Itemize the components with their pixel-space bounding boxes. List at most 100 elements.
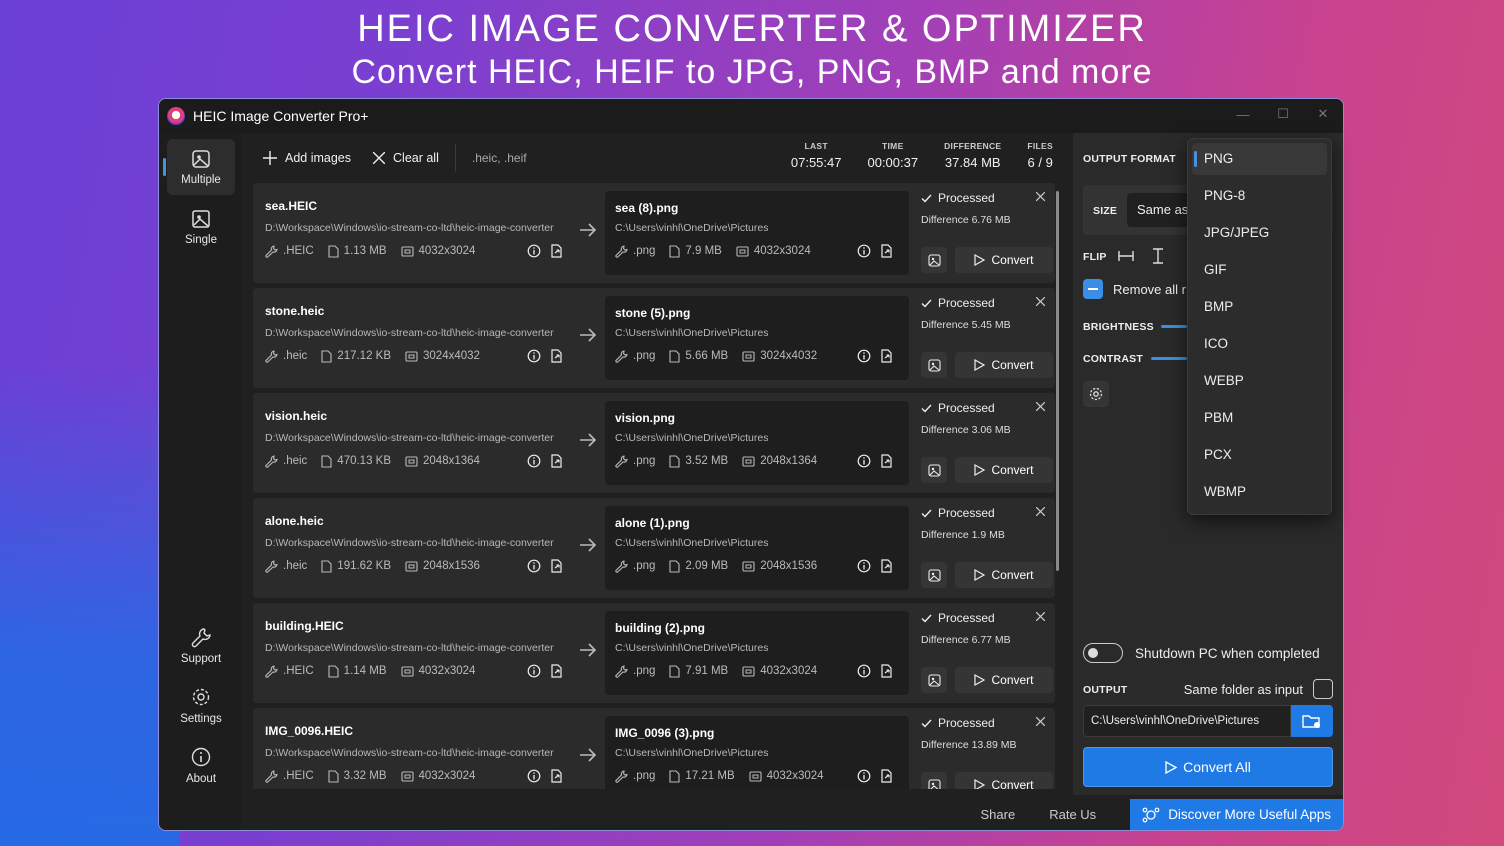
preview-image-button[interactable] [921,667,947,693]
open-file-icon[interactable] [550,769,564,783]
remove-item-button[interactable] [1036,297,1045,306]
preview-image-button[interactable] [921,562,947,588]
convert-button[interactable]: Convert [955,667,1053,693]
format-option[interactable]: GIF [1192,254,1327,286]
nav-item-about[interactable]: About [167,737,235,793]
minimize-button[interactable]: — [1223,99,1263,129]
file-icon [321,349,332,363]
rate-us-link[interactable]: Rate Us [1049,807,1096,822]
info-icon[interactable] [527,349,541,363]
remove-item-button[interactable] [1036,192,1045,201]
output-meta: .png 7.91 MB 4032x3024 [615,663,899,679]
output-format-dropdown[interactable]: PNG PNG-8 JPG/JPEG GIF BMP ICO WEBP PBM PCX WBMP [1187,138,1332,515]
preview-image-button[interactable] [921,772,947,789]
remove-item-button[interactable] [1036,402,1045,411]
convert-button[interactable]: Convert [955,352,1053,378]
convert-label: Convert [991,463,1034,477]
info-icon[interactable] [857,349,871,363]
flip-vertical-button[interactable] [1147,246,1169,266]
preview-image-button[interactable] [921,247,947,273]
contrast-slider[interactable] [1151,357,1187,360]
shutdown-toggle[interactable] [1083,643,1123,663]
format-option[interactable]: PNG [1192,143,1327,175]
preview-image-button[interactable] [921,457,947,483]
info-icon[interactable] [527,559,541,573]
convert-all-button[interactable]: Convert All [1083,747,1333,787]
remove-item-button[interactable] [1036,507,1045,516]
format-option[interactable]: WBMP [1192,476,1327,508]
nav-item-support[interactable]: Support [167,617,235,673]
format-option[interactable]: PNG-8 [1192,180,1327,212]
output-path: C:\Users\vinhl\OneDrive\Pictures [615,222,769,234]
info-icon[interactable] [857,559,871,573]
flip-horizontal-button[interactable] [1115,246,1137,266]
brightness-slider[interactable] [1161,325,1187,328]
open-file-icon[interactable] [880,349,894,363]
info-icon[interactable] [527,454,541,468]
remove-item-button[interactable] [1036,717,1045,726]
nav-item-multiple[interactable]: Multiple [163,139,235,195]
open-file-icon[interactable] [550,454,564,468]
info-icon[interactable] [857,664,871,678]
wrench-icon [615,349,628,363]
convert-button[interactable]: Convert [955,247,1053,273]
format-option[interactable]: JPG/JPEG [1192,217,1327,249]
info-icon[interactable] [527,244,541,258]
info-icon[interactable] [527,664,541,678]
file-icon [669,664,680,678]
convert-button[interactable]: Convert [955,772,1053,789]
same-folder-checkbox[interactable]: Same folder as input [1184,679,1333,699]
format-option[interactable]: WEBP [1192,365,1327,397]
format-option[interactable]: ICO [1192,328,1327,360]
output-filename: building (2).png [615,621,705,635]
open-file-icon[interactable] [550,349,564,363]
extension-text: .png [633,455,656,467]
file-icon [328,244,339,258]
remove-item-button[interactable] [1036,612,1045,621]
open-file-icon[interactable] [550,664,564,678]
format-option[interactable]: BMP [1192,291,1327,323]
browse-folder-button[interactable] [1291,705,1333,737]
convert-button[interactable]: Convert [955,457,1053,483]
convert-button[interactable]: Convert [955,562,1053,588]
preview-image-button[interactable] [921,352,947,378]
apps-icon [1142,807,1160,823]
nav-item-single[interactable]: Single [167,199,235,255]
dimensions: 3024x4032 [742,350,817,362]
info-icon[interactable] [857,244,871,258]
info-icon[interactable] [527,769,541,783]
close-button[interactable]: ✕ [1303,99,1343,129]
nav-label: Settings [180,712,222,725]
format-option[interactable]: PCX [1192,439,1327,471]
discover-apps-button[interactable]: Discover More Useful Apps [1130,799,1343,830]
open-file-icon[interactable] [880,769,894,783]
add-images-button[interactable]: Add images [263,151,351,165]
open-file-icon[interactable] [880,454,894,468]
output-filename: IMG_0096 (3).png [615,726,715,740]
shutdown-toggle-row: Shutdown PC when completed [1083,643,1320,663]
output-path-input[interactable]: C:\Users\vinhl\OneDrive\Pictures [1083,705,1291,737]
format-option[interactable]: PBM [1192,402,1327,434]
difference-text: Difference 6.76 MB [921,214,1011,226]
open-file-icon[interactable] [880,559,894,573]
file-icon [321,559,332,573]
source-path: D:\Workspace\Windows\io-stream-co-ltd\he… [265,432,554,444]
maximize-button[interactable]: ☐ [1263,99,1303,129]
file-size: 5.66 MB [669,349,728,363]
open-file-icon[interactable] [880,244,894,258]
info-icon[interactable] [857,769,871,783]
output-meta: .png 17.21 MB 4032x3024 [615,768,899,784]
remove-metadata-checkbox[interactable]: Remove all r [1083,279,1186,299]
share-link[interactable]: Share [981,807,1016,822]
open-file-icon[interactable] [550,244,564,258]
nav-item-settings[interactable]: Settings [167,677,235,733]
clear-all-button[interactable]: Clear all [373,151,439,165]
list-scrollbar[interactable] [1056,191,1059,571]
source-filename: IMG_0096.HEIC [265,724,354,738]
info-icon[interactable] [857,454,871,468]
advanced-settings-button[interactable] [1083,381,1109,407]
open-file-icon[interactable] [880,664,894,678]
status-row: Processed [921,401,1049,415]
open-file-icon[interactable] [550,559,564,573]
dimensions-text: 2048x1536 [423,560,480,572]
